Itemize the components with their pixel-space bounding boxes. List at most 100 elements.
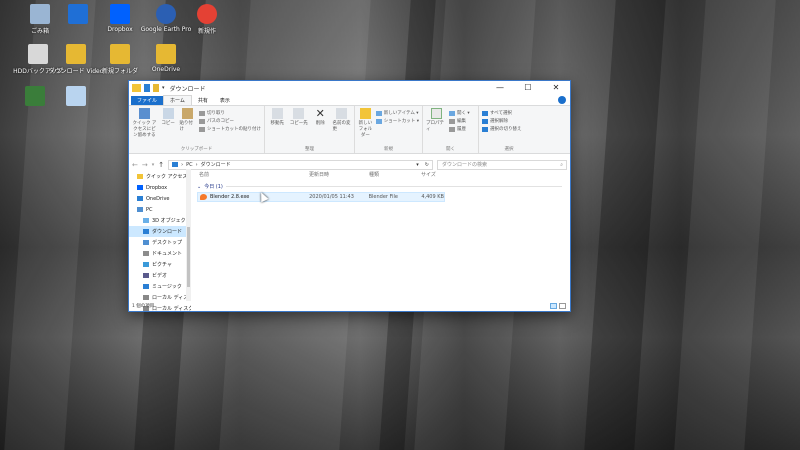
copy-to-button[interactable]: コピー先 — [290, 108, 309, 146]
breadcrumb-pc[interactable]: PC — [186, 162, 193, 168]
minimize-button[interactable]: — — [486, 81, 514, 95]
rename-button[interactable]: 名前の変更 — [333, 108, 352, 146]
ribbon-group-select: すべて選択 選択解除 選択の切り替え 選択 — [479, 106, 539, 153]
image-file-icon — [66, 86, 86, 106]
drive-icon — [28, 44, 48, 64]
pin-icon — [138, 108, 150, 119]
recent-dropdown-icon[interactable]: ▾ — [152, 162, 155, 168]
close-button[interactable]: ✕ — [542, 81, 570, 95]
item-count: 1 個の項目 — [132, 304, 155, 309]
back-arrow-icon[interactable]: ← — [132, 161, 138, 169]
group-header-today[interactable]: ⌄ 今日 (1) — [197, 181, 570, 192]
select-none-button[interactable]: 選択解除 — [482, 118, 522, 124]
sidebar-item[interactable]: OneDrive — [129, 193, 191, 204]
pin-quick-access-button[interactable]: クイック アクセスにピン留めする — [132, 108, 157, 146]
tab-file[interactable]: ファイル — [131, 96, 164, 105]
nav-item-icon — [143, 251, 149, 256]
sidebar-item-label: デスクトップ — [152, 240, 183, 246]
nav-item-icon — [137, 185, 143, 190]
dropbox-icon — [110, 4, 130, 24]
search-input[interactable]: ダウンロードの検索 — [442, 161, 487, 168]
copy-path-button[interactable]: パスのコピー — [199, 118, 261, 124]
desktop-icon-chrome[interactable]: 新規作 — [177, 4, 237, 35]
copy-button[interactable]: コピー — [160, 108, 177, 146]
new-item-button[interactable]: 新しいアイテム ▾ — [375, 110, 419, 116]
search-icon: ⌕ — [560, 161, 563, 168]
tab-home[interactable]: ホーム — [163, 95, 192, 105]
paste-button[interactable]: 貼り付け — [179, 108, 196, 146]
details-view-icon[interactable] — [550, 303, 557, 309]
cut-label: 切り取り — [207, 111, 226, 116]
sidebar-item[interactable]: ダウンロード — [129, 226, 191, 237]
desktop-icon-label: ごみ箱 — [30, 28, 49, 35]
nav-item-icon — [143, 218, 149, 223]
maximize-button[interactable]: ☐ — [514, 81, 542, 95]
new-folder-button[interactable]: 新しいフォルダー — [358, 108, 373, 146]
ribbon-tabs: ファイル ホーム 共有 表示 — [129, 95, 570, 105]
title-bar[interactable]: ▾ ダウンロード — ☐ ✕ — [129, 81, 570, 95]
select-none-icon — [482, 118, 488, 124]
address-bar[interactable]: › PC › ダウンロード ▾ ↻ — [168, 159, 433, 170]
sidebar-item[interactable]: ミュージック — [129, 281, 191, 292]
move-to-button[interactable]: 移動先 — [268, 108, 287, 146]
address-dropdown-icon[interactable]: ▾ — [416, 162, 419, 168]
invert-selection-label: 選択の切り替え — [490, 127, 522, 132]
chevron-right-icon: › — [195, 161, 198, 168]
table-row[interactable]: Blender 2.8.exe 2020/01/05 11:43 Blender… — [197, 192, 445, 202]
desktop-icon-image[interactable] — [46, 86, 106, 108]
invert-selection-button[interactable]: 選択の切り替え — [482, 126, 522, 132]
properties-label: プロパティ — [426, 121, 444, 132]
select-none-label: 選択解除 — [490, 119, 508, 124]
sidebar-item[interactable]: Dropbox — [129, 182, 191, 193]
desktop-icon-onedrive[interactable]: OneDrive — [136, 44, 196, 73]
sidebar-item[interactable]: ビデオ — [129, 270, 191, 281]
sidebar-item[interactable]: 3D オブジェクト — [129, 215, 191, 226]
up-arrow-icon[interactable]: ↑ — [158, 161, 164, 169]
folder-icon — [110, 44, 130, 64]
properties-button[interactable]: プロパティ — [426, 108, 446, 146]
sidebar-item-label: 3D オブジェクト — [152, 218, 191, 224]
sidebar-item[interactable]: PC — [129, 204, 191, 215]
column-header-name[interactable]: 名前 — [197, 171, 307, 178]
easy-access-button[interactable]: ショートカット ▾ — [375, 118, 419, 124]
properties-icon[interactable] — [144, 84, 150, 92]
paste-shortcut-button[interactable]: ショートカットの貼り付け — [199, 126, 261, 132]
folder-icon — [66, 44, 86, 64]
copy-to-label: コピー先 — [289, 121, 308, 126]
sidebar-item[interactable]: ドキュメント — [129, 248, 191, 259]
file-list: 名前 更新日時 種類 サイズ ⌄ 今日 (1) Blender 2.8.exe … — [191, 169, 570, 301]
file-size: 4,409 KB — [421, 194, 444, 200]
column-header-size[interactable]: サイズ — [419, 171, 459, 178]
search-box[interactable]: ダウンロードの検索 ⌕ — [437, 159, 567, 170]
select-all-button[interactable]: すべて選択 — [482, 110, 522, 116]
select-group-label: 選択 — [504, 147, 514, 152]
history-icon — [449, 126, 455, 132]
sidebar-item-label: ピクチャ — [152, 262, 172, 268]
paste-label: 貼り付け — [179, 121, 193, 132]
cut-button[interactable]: 切り取り — [199, 110, 261, 116]
history-button[interactable]: 履歴 — [449, 126, 470, 132]
sidebar-item[interactable]: デスクトップ — [129, 237, 191, 248]
nav-scrollbar[interactable] — [186, 169, 191, 301]
forward-arrow-icon[interactable]: → — [142, 161, 148, 169]
group-label: 今日 (1) — [204, 184, 223, 190]
shortcut-icon — [375, 118, 382, 124]
breadcrumb-downloads[interactable]: ダウンロード — [201, 161, 231, 168]
large-icons-view-icon[interactable] — [559, 303, 566, 309]
delete-button[interactable]: ✕ 削除 — [311, 108, 330, 146]
open-button[interactable]: 開く ▾ — [449, 110, 470, 116]
quick-access-dropdown-icon[interactable]: ▾ — [162, 85, 165, 91]
new-folder-icon[interactable] — [153, 84, 159, 92]
help-icon[interactable] — [558, 96, 566, 104]
column-header-modified[interactable]: 更新日時 — [307, 171, 367, 178]
sidebar-item-label: PC — [146, 206, 153, 213]
refresh-icon[interactable]: ↻ — [425, 162, 429, 168]
sidebar-item[interactable]: ピクチャ — [129, 259, 191, 270]
ribbon-group-organize: 移動先 コピー先 ✕ 削除 名前の変更 整理 — [265, 106, 355, 153]
sidebar-item[interactable]: クイック アクセス — [129, 171, 191, 182]
column-header-type[interactable]: 種類 — [367, 171, 419, 178]
tab-view[interactable]: 表示 — [214, 96, 236, 105]
tab-share[interactable]: 共有 — [192, 96, 214, 105]
edit-button[interactable]: 編集 — [449, 118, 470, 124]
scrollbar-thumb[interactable] — [187, 227, 190, 287]
